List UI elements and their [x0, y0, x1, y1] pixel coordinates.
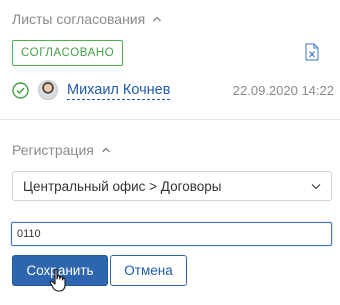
chevron-up-icon[interactable]	[152, 15, 162, 23]
approval-section-title: Листы согласования	[12, 11, 146, 27]
check-circle-icon	[12, 81, 29, 99]
approver-row: Михаил Кочнев 22.09.2020 14:22	[12, 78, 334, 102]
section-divider	[0, 119, 340, 120]
approval-date: 22.09.2020 14:22	[232, 82, 334, 98]
chevron-up-icon[interactable]	[101, 146, 111, 154]
chevron-down-icon	[311, 183, 321, 190]
category-select[interactable]: Центральный офис > Договоры	[12, 171, 332, 201]
approval-section-header[interactable]: Листы согласования	[12, 11, 162, 27]
registration-section-title: Регистрация	[12, 142, 94, 158]
category-select-value: Центральный офис > Договоры	[23, 178, 222, 194]
save-button[interactable]: Сохранить	[12, 255, 108, 286]
status-badge: СОГЛАСОВАНО	[12, 40, 124, 66]
cancel-button[interactable]: Отмена	[110, 255, 187, 286]
avatar	[38, 80, 58, 100]
registration-number-input[interactable]	[11, 222, 332, 246]
registration-section-header[interactable]: Регистрация	[12, 142, 111, 158]
approver-name-link[interactable]: Михаил Кочнев	[67, 81, 171, 100]
excel-file-icon[interactable]	[305, 43, 319, 61]
